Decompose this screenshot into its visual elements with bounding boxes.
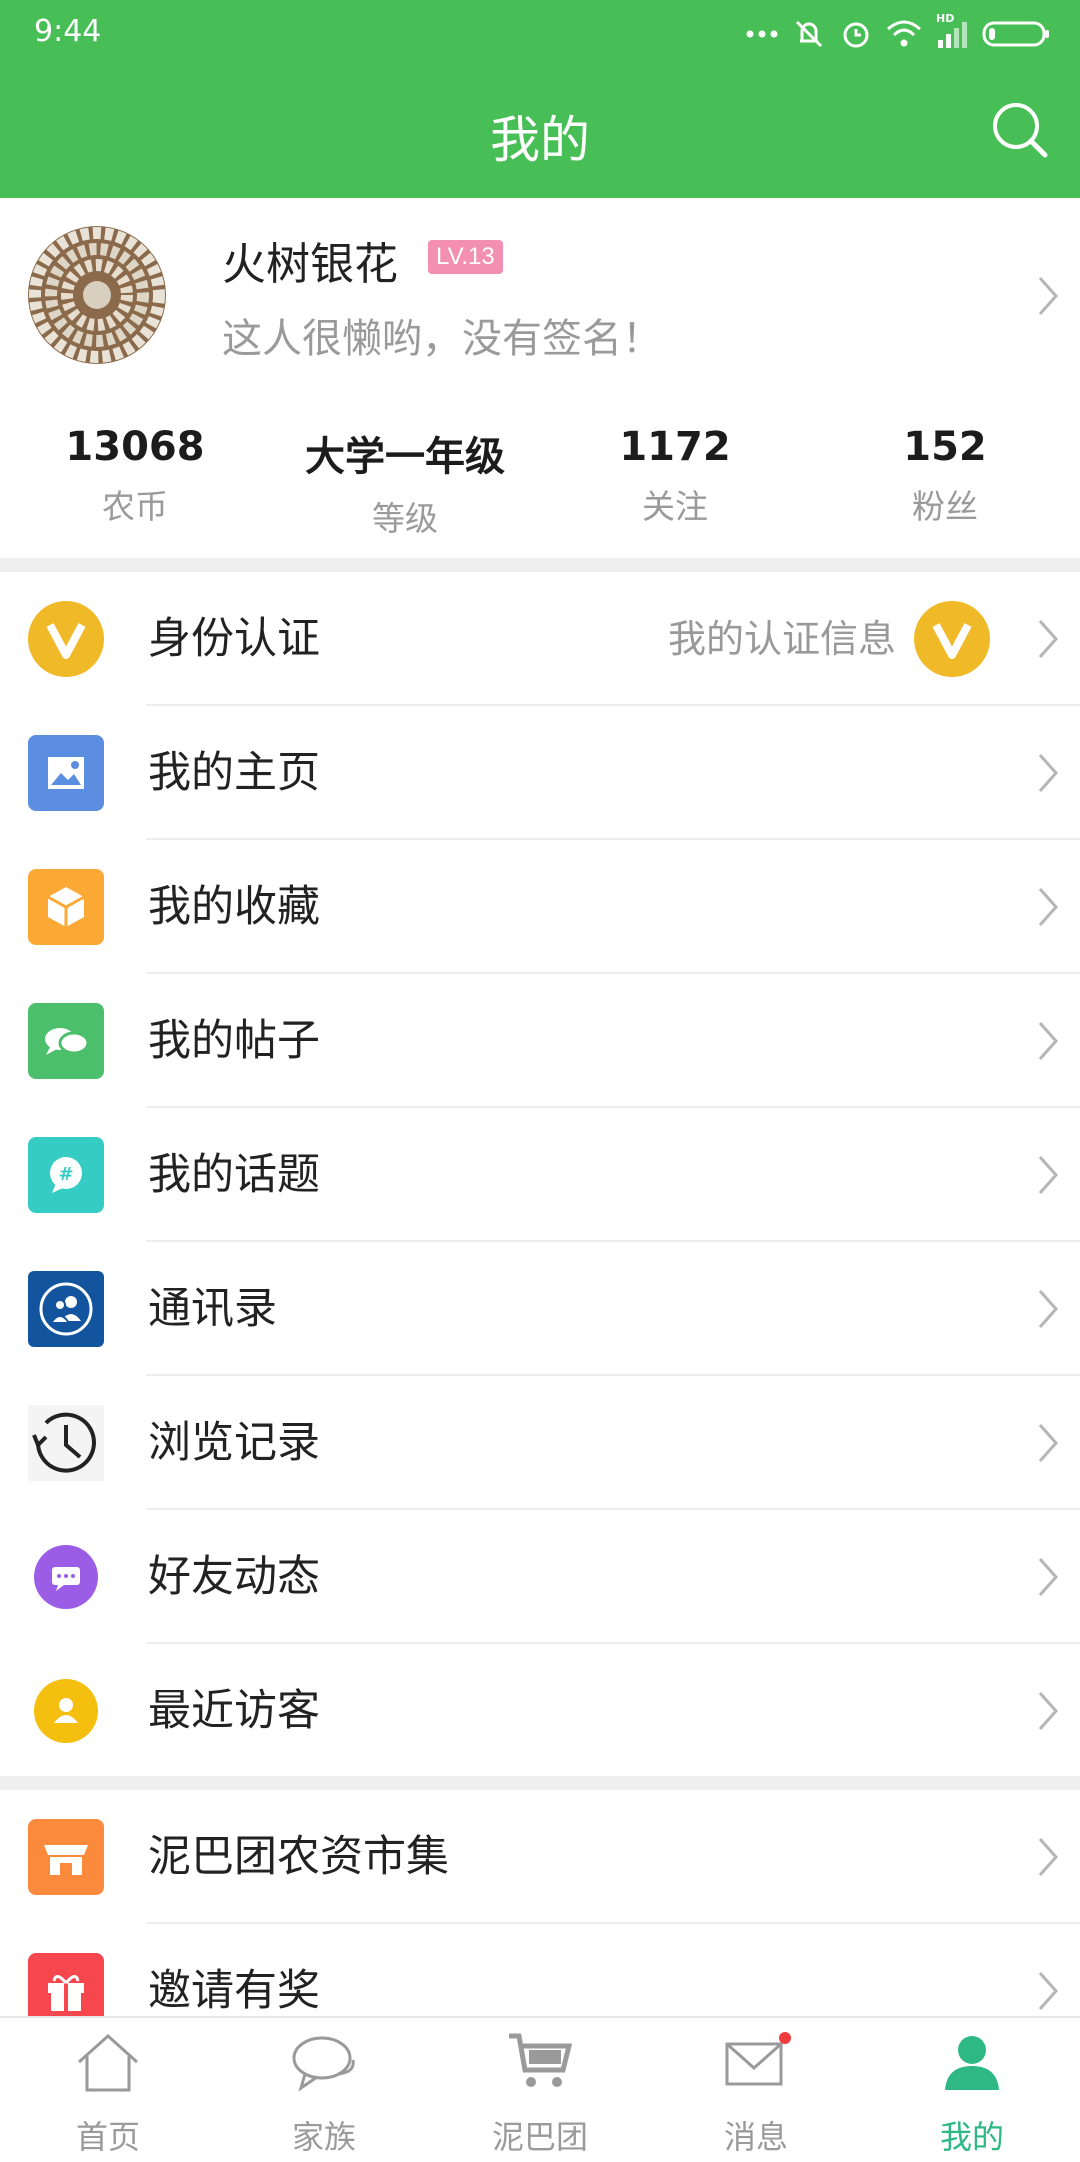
search-icon[interactable] [990, 100, 1050, 160]
user-name: 火树银花 [222, 239, 398, 290]
menu-item-history[interactable]: 浏览记录 [0, 1376, 1080, 1510]
verification-info-text: 我的认证信息 [667, 617, 896, 661]
store-icon [28, 1819, 104, 1895]
chat-bubbles-icon [28, 1003, 104, 1079]
user-icon [945, 2036, 999, 2090]
chevron-right-icon [1038, 1972, 1059, 2010]
verified-v-icon [28, 601, 104, 677]
cart-icon [509, 2033, 573, 2087]
stat-following[interactable]: 1172 关注 [540, 420, 810, 540]
chevron-right-icon [1038, 277, 1059, 315]
chevron-right-icon [1038, 1022, 1059, 1060]
menu-item-topics[interactable]: # 我的话题 [0, 1108, 1080, 1242]
top-bar: 9:44 HD 我的 [0, 0, 1080, 198]
status-time: 9:44 [34, 14, 102, 49]
menu-item-favorites[interactable]: 我的收藏 [0, 840, 1080, 974]
menu-item-verification[interactable]: 身份认证 我的认证信息 [0, 572, 1080, 706]
message-dots-icon [34, 1545, 98, 1609]
chevron-right-icon [1038, 888, 1059, 926]
chevron-right-icon [1038, 620, 1059, 658]
bottom-nav: 首页 家族 泥巴团 消息 我的 [0, 2016, 1080, 2162]
chevron-right-icon [1038, 1290, 1059, 1328]
verified-v-icon [914, 601, 990, 677]
status-icons: HD [746, 12, 1050, 54]
signal-icon: HD [936, 12, 968, 48]
wifi-icon [887, 20, 921, 47]
tab-nibatuan[interactable]: 泥巴团 [432, 2018, 648, 2162]
svg-text:#: # [58, 1164, 73, 1185]
section-gap [0, 558, 1080, 572]
more-dots-icon [746, 30, 778, 38]
chevron-right-icon [1038, 1838, 1059, 1876]
chevron-right-icon [1038, 754, 1059, 792]
menu-item-homepage[interactable]: 我的主页 [0, 706, 1080, 840]
stat-followers[interactable]: 152 粉丝 [810, 420, 1080, 540]
battery-icon [982, 21, 1049, 47]
menu-list: 身份认证 我的认证信息 我的主页 我的收藏 我的帖子 # 我的话题 通讯录 浏览… [0, 572, 1080, 1778]
chevron-right-icon [1038, 1156, 1059, 1194]
stat-coins[interactable]: 13068 农币 [0, 420, 270, 540]
history-icon [28, 1405, 104, 1481]
box-icon [28, 869, 104, 945]
menu-item-recent-visitors[interactable]: 最近访客 [0, 1644, 1080, 1778]
hashtag-icon: # [28, 1137, 104, 1213]
profile-card[interactable]: 火树银花 LV.13 这人很懒哟，没有签名！ 13068 农币 大学一年级 等级… [0, 198, 1080, 558]
profile-stats: 13068 农币 大学一年级 等级 1172 关注 152 粉丝 [0, 420, 1080, 540]
chevron-right-icon [1038, 1692, 1059, 1730]
chevron-right-icon [1038, 1558, 1059, 1596]
tab-home[interactable]: 首页 [0, 2018, 216, 2162]
avatar[interactable] [28, 226, 166, 364]
user-signature: 这人很懒哟，没有签名！ [222, 316, 662, 362]
section-gap [0, 1776, 1080, 1790]
mail-icon [725, 2032, 791, 2086]
chevron-right-icon [1038, 1424, 1059, 1462]
notification-dot [779, 2032, 791, 2044]
alarm-icon [843, 22, 869, 48]
menu-item-friend-activity[interactable]: 好友动态 [0, 1510, 1080, 1644]
page-title: 我的 [490, 111, 590, 169]
tab-mine[interactable]: 我的 [864, 2018, 1080, 2162]
home-icon [77, 2033, 139, 2092]
menu-item-contacts[interactable]: 通讯录 [0, 1242, 1080, 1376]
visitor-icon [34, 1679, 98, 1743]
chat-icon [292, 2036, 355, 2092]
level-badge: LV.13 [428, 240, 503, 274]
menu-item-market[interactable]: 泥巴团农资市集 [0, 1790, 1080, 1924]
contacts-icon [28, 1271, 104, 1347]
mute-icon [795, 20, 823, 48]
tab-family[interactable]: 家族 [216, 2018, 432, 2162]
image-icon [28, 735, 104, 811]
stat-level[interactable]: 大学一年级 等级 [270, 420, 540, 540]
menu-item-posts[interactable]: 我的帖子 [0, 974, 1080, 1108]
tab-messages[interactable]: 消息 [648, 2018, 864, 2162]
